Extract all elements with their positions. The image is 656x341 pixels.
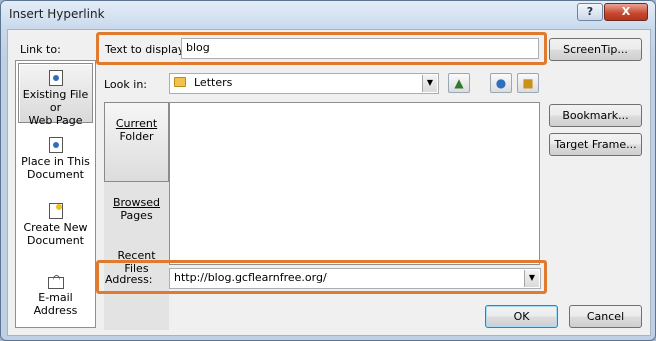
help-button[interactable]: ?: [577, 3, 603, 21]
target-frame-button[interactable]: Target Frame...: [549, 133, 642, 156]
close-button[interactable]: X: [604, 3, 648, 21]
up-folder-icon: ▲: [454, 76, 464, 90]
up-folder-button[interactable]: ▲: [448, 73, 470, 93]
link-to-label: Link to:: [20, 43, 61, 56]
link-to-place-line1: Place in This: [21, 155, 90, 168]
text-to-display-input[interactable]: blog: [181, 38, 539, 59]
browse-tabs: Current Folder Browsed Pages Recent File…: [104, 102, 169, 330]
tab-current-folder-line1: Current: [115, 117, 158, 130]
tab-browsed-pages[interactable]: Browsed Pages: [104, 196, 169, 236]
tab-browsed-pages-line1: Browsed: [112, 196, 161, 209]
browse-file-button[interactable]: ■: [517, 73, 539, 93]
document-place-icon: [48, 137, 63, 153]
tab-browsed-pages-line2: Pages: [120, 209, 153, 222]
link-to-create-line2: Document: [27, 234, 84, 247]
globe-page-icon: [48, 70, 63, 86]
link-to-panel: Existing File or Web Page Place in This …: [15, 60, 96, 328]
chevron-down-icon[interactable]: ▼: [422, 75, 437, 92]
link-to-email-line1: E-mail Address: [33, 291, 78, 317]
link-to-place-in-document[interactable]: Place in This Document: [18, 137, 93, 193]
look-in-value: Letters: [194, 76, 233, 89]
link-to-place-line2: Document: [27, 168, 84, 181]
link-to-existing-file[interactable]: Existing File or Web Page: [18, 63, 93, 127]
tab-recent-files-line1: Recent: [117, 249, 156, 262]
cancel-button[interactable]: Cancel: [569, 305, 642, 328]
bookmark-button[interactable]: Bookmark...: [549, 104, 642, 127]
file-list[interactable]: [169, 102, 540, 265]
insert-hyperlink-dialog: Insert Hyperlink ? X Link to: Existing F…: [0, 0, 656, 341]
title-bar[interactable]: Insert Hyperlink ? X: [1, 1, 655, 27]
dialog-title: Insert Hyperlink: [9, 7, 105, 21]
address-dropdown-icon[interactable]: ▼: [524, 270, 539, 287]
tab-current-folder[interactable]: Current Folder: [104, 102, 169, 182]
address-input[interactable]: http://blog.gcflearnfree.org/ ▼: [169, 268, 541, 289]
link-to-create-new-document[interactable]: Create New Document: [18, 203, 93, 259]
link-to-email-address[interactable]: E-mail Address: [18, 275, 93, 325]
link-to-create-line1: Create New: [23, 221, 88, 234]
link-to-existing-file-line2: Web Page: [28, 114, 83, 127]
text-to-display-label: Text to display:: [105, 43, 188, 56]
email-icon: [47, 277, 64, 289]
tab-current-folder-line2: Folder: [119, 130, 154, 143]
dialog-content: Link to: Existing File or Web Page Place…: [7, 29, 651, 336]
link-to-existing-file-line1: Existing File or: [22, 88, 89, 114]
screentip-button[interactable]: ScreenTip...: [549, 38, 642, 61]
look-in-label: Look in:: [104, 78, 147, 91]
open-folder-icon: ■: [522, 76, 534, 90]
address-value: http://blog.gcflearnfree.org/: [174, 271, 327, 284]
new-document-icon: [48, 203, 63, 219]
look-in-combobox[interactable]: Letters ▼: [169, 73, 439, 94]
address-label: Address:: [105, 273, 153, 286]
browse-web-icon: ●: [495, 76, 507, 90]
browse-web-button[interactable]: ●: [490, 73, 512, 93]
folder-icon: [174, 77, 186, 87]
ok-button[interactable]: OK: [485, 305, 558, 328]
